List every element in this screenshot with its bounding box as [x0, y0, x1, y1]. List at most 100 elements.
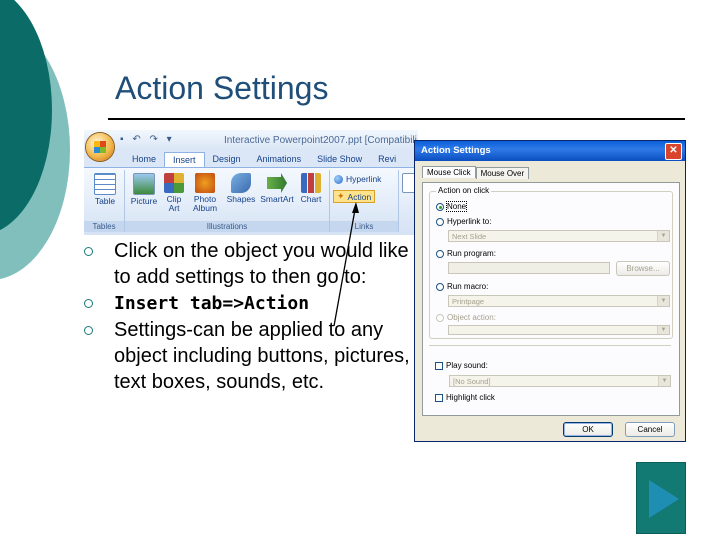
radio-icon[interactable]	[436, 282, 444, 291]
option-hyperlink-label: Hyperlink to:	[447, 217, 492, 226]
sound-select[interactable]: [No Sound] ▼	[449, 375, 671, 387]
option-highlight-click[interactable]: Highlight click	[435, 393, 495, 402]
option-highlight-click-label: Highlight click	[446, 393, 495, 402]
program-path-input[interactable]	[448, 262, 610, 274]
clip-art-button[interactable]: Clip Art	[161, 173, 187, 213]
ribbon-body: Table Tables Picture Clip Art Photo Albu…	[84, 167, 418, 235]
ribbon-tabs: Home Insert Design Animations Slide Show…	[124, 152, 404, 167]
play-arrow-icon	[649, 480, 679, 518]
option-object-action[interactable]: Object action:	[436, 313, 496, 322]
option-none-label: None	[445, 201, 468, 212]
chevron-down-icon[interactable]: ▼	[657, 296, 669, 306]
radio-icon[interactable]	[436, 249, 444, 258]
tab-home[interactable]: Home	[124, 152, 164, 167]
shapes-label: Shapes	[226, 194, 256, 204]
tab-mouse-click[interactable]: Mouse Click	[422, 166, 476, 178]
picture-button[interactable]: Picture	[129, 173, 159, 206]
action-label: Action	[347, 191, 372, 202]
tab-insert[interactable]: Insert	[164, 152, 205, 167]
option-run-program[interactable]: Run program:	[436, 249, 496, 258]
clip-art-icon	[164, 173, 184, 193]
quick-access-icons: ▪ ↶ ↷ ▾	[120, 134, 175, 145]
tab-design[interactable]: Design	[205, 152, 249, 167]
macro-select[interactable]: Printpage ▼	[448, 295, 670, 307]
option-run-program-label: Run program:	[447, 249, 496, 258]
globe-link-icon	[334, 174, 343, 184]
smartart-button[interactable]: SmartArt	[259, 173, 295, 204]
chart-label: Chart	[300, 194, 322, 204]
radio-selected-icon[interactable]	[436, 202, 444, 211]
shapes-icon	[231, 173, 251, 193]
hyperlink-select[interactable]: Next Slide ▼	[448, 230, 670, 242]
ok-button[interactable]: OK	[563, 422, 613, 437]
group-illustrations: Picture Clip Art Photo Album Shapes Smar…	[125, 170, 330, 232]
option-object-action-label: Object action:	[447, 313, 496, 322]
group-links: Hyperlink ✦ Action Links	[330, 170, 399, 232]
bullet-text: Settings-can be applied to any object in…	[114, 319, 410, 393]
bullet-item: Insert tab=>Action	[84, 290, 414, 317]
tab-animations[interactable]: Animations	[249, 152, 310, 167]
group-label-tables: Tables	[84, 221, 124, 232]
hyperlink-select-value: Next Slide	[452, 232, 487, 241]
bullet-circle-icon	[84, 326, 93, 335]
chart-icon	[301, 173, 321, 193]
option-run-macro[interactable]: Run macro:	[436, 282, 488, 291]
photo-album-button[interactable]: Photo Album	[189, 173, 221, 213]
chevron-down-icon[interactable]: ▼	[657, 326, 669, 334]
object-action-select[interactable]: ▼	[448, 325, 670, 335]
sound-select-value: [No Sound]	[453, 377, 491, 386]
clip-art-label: Clip Art	[166, 194, 182, 213]
radio-icon[interactable]	[436, 217, 444, 226]
option-play-sound-label: Play sound:	[446, 361, 488, 370]
ribbon-screenshot: ▪ ↶ ↷ ▾ Interactive Powerpoint2007.ppt […	[84, 130, 418, 235]
bullet-text-bold: Insert tab=>Action	[114, 293, 310, 314]
cancel-button[interactable]: Cancel	[625, 422, 675, 437]
photo-album-icon	[195, 173, 215, 193]
table-label: Table	[94, 196, 116, 206]
checkbox-icon[interactable]	[435, 393, 443, 402]
bullet-item: Settings-can be applied to any object in…	[84, 317, 414, 395]
browse-button[interactable]: Browse...	[616, 261, 670, 276]
close-icon[interactable]: ✕	[665, 143, 682, 160]
radio-icon[interactable]	[436, 313, 444, 322]
quick-access-toolbar: ▪ ↶ ↷ ▾ Interactive Powerpoint2007.ppt […	[84, 130, 418, 150]
chart-button[interactable]: Chart	[297, 173, 325, 204]
bullet-text: Click on the object you would like to ad…	[114, 240, 409, 288]
hyperlink-button[interactable]: Hyperlink	[334, 174, 381, 184]
dialog-titlebar: Action Settings ✕	[415, 141, 685, 161]
group-legend: Action on click	[436, 186, 492, 195]
table-button[interactable]: Table	[90, 173, 120, 206]
option-none[interactable]: None	[436, 201, 468, 212]
option-play-sound[interactable]: Play sound:	[435, 361, 488, 370]
sound-divider	[429, 345, 671, 346]
checkbox-icon[interactable]	[435, 361, 443, 370]
photo-album-label: Photo Album	[192, 194, 218, 213]
option-hyperlink[interactable]: Hyperlink to:	[436, 217, 491, 226]
office-button-icon[interactable]	[86, 133, 114, 161]
decorative-circles	[0, 0, 70, 279]
next-slide-button[interactable]	[636, 462, 686, 534]
tab-slide-show[interactable]: Slide Show	[309, 152, 370, 167]
chevron-down-icon[interactable]: ▼	[658, 376, 670, 386]
bullet-circle-icon	[84, 247, 93, 256]
action-button[interactable]: ✦ Action	[333, 190, 376, 203]
window-title: Interactive Powerpoint2007.ppt [Compatib…	[224, 135, 417, 146]
slide-title: Action Settings	[115, 70, 329, 106]
smartart-label: SmartArt	[260, 194, 294, 204]
bullet-circle-icon	[84, 299, 93, 308]
dialog-title: Action Settings	[421, 145, 491, 156]
tab-review[interactable]: Revi	[370, 152, 404, 167]
option-run-macro-label: Run macro:	[447, 282, 489, 291]
group-label-links: Links	[330, 221, 398, 232]
star-action-icon: ✦	[337, 191, 345, 201]
picture-label: Picture	[130, 196, 158, 206]
picture-icon	[133, 173, 155, 195]
shapes-button[interactable]: Shapes	[225, 173, 257, 204]
dialog-panel: Action on click None Hyperlink to: Next …	[422, 182, 680, 416]
action-settings-dialog: Action Settings ✕ Mouse Click Mouse Over…	[414, 140, 686, 442]
macro-select-value: Printpage	[452, 297, 485, 306]
dialog-tabs: Mouse Click Mouse Over	[422, 166, 530, 179]
chevron-down-icon[interactable]: ▼	[657, 231, 669, 241]
tab-mouse-over[interactable]: Mouse Over	[475, 167, 530, 179]
title-divider	[108, 118, 685, 120]
